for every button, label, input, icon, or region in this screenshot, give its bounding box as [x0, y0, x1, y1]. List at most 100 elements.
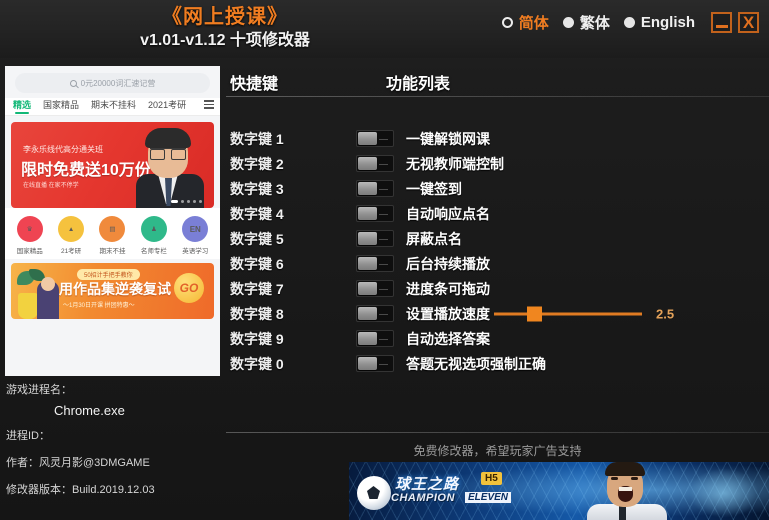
toggle-switch[interactable] — [356, 155, 394, 172]
toggle-switch[interactable] — [356, 305, 394, 322]
language-option-simplified[interactable]: 简体 — [501, 12, 549, 33]
toggle-switch[interactable] — [356, 330, 394, 347]
category-national[interactable]: ♛ 国家精品 — [11, 216, 49, 255]
slider-handle[interactable] — [527, 306, 542, 321]
toggle-switch[interactable] — [356, 355, 394, 372]
ad-banner[interactable]: 球王之路 H5 CHAMPION ELEVEN — [349, 462, 769, 520]
notebook-icon: ▤ — [99, 216, 126, 242]
function-label: 一键解锁网课 — [406, 130, 490, 147]
app-tab-featured[interactable]: 精选 — [13, 98, 31, 114]
slider-track[interactable] — [494, 306, 642, 321]
table-row: 数字键 1 一键解锁网课 — [226, 126, 769, 151]
promo-orange-illustration — [15, 269, 59, 319]
toggle-switch[interactable] — [356, 280, 394, 297]
language-label-simplified: 简体 — [518, 15, 549, 32]
table-row: 数字键 7 进度条可拖动 — [226, 276, 769, 301]
column-header-hotkey: 快捷键 — [230, 76, 279, 93]
function-label: 答题无视选项强制正确 — [406, 355, 546, 372]
window-controls: X — [711, 12, 759, 33]
app-tab-national[interactable]: 国家精品 — [43, 98, 79, 111]
cheat-table-panel: 快捷键 功能列表 数字键 1 一键解锁网课 数字键 2 无视教师端控制 数字键 … — [226, 60, 769, 520]
minimize-icon — [715, 25, 728, 28]
promo-red-line2: 限时免费送10万份 — [21, 162, 151, 179]
footer-divider — [226, 432, 769, 433]
app-screenshot-panel: 0元20000词汇速记营 精选 国家精品 期末不挂科 2021考研 李永乐线代高… — [5, 66, 220, 376]
trainer-window: 《网上授课》 v1.01-v1.12 十项修改器 简体 繁体 English X… — [0, 0, 769, 520]
radio-icon-traditional[interactable] — [562, 17, 574, 28]
app-version-subtitle: v1.01-v1.12 十项修改器 — [140, 32, 310, 49]
author-label: 作者：风灵月影@3DMGAME — [6, 457, 150, 469]
playback-speed-slider[interactable]: 2.5 — [494, 306, 744, 321]
hotkey-label: 数字键 0 — [230, 355, 284, 372]
ad-support-note: 免费修改器，希望玩家广告支持 — [413, 444, 582, 458]
search-placeholder-text: 0元20000词汇速记营 — [80, 78, 156, 88]
toggle-switch[interactable] — [356, 205, 394, 222]
app-tab-finals[interactable]: 期末不挂科 — [91, 98, 136, 111]
radio-icon-simplified[interactable] — [501, 17, 513, 28]
function-label: 无视教师端控制 — [406, 155, 504, 172]
category-english[interactable]: EN 英语学习 — [176, 216, 214, 255]
process-name-label: 游戏进程名： — [6, 384, 72, 396]
language-selector: 简体 繁体 English X — [501, 12, 759, 33]
function-label: 自动选择答案 — [406, 330, 490, 347]
app-tab-postgrad[interactable]: 2021考研 — [148, 98, 186, 111]
toggle-switch[interactable] — [356, 130, 394, 147]
function-label: 进度条可拖动 — [406, 280, 490, 297]
table-row: 数字键 3 一键签到 — [226, 176, 769, 201]
function-label: 后台持续播放 — [406, 255, 490, 272]
app-tab-bar: 精选 国家精品 期末不挂科 2021考研 — [5, 98, 220, 116]
promo-orange-main: 用作品集逆袭复试 — [59, 281, 171, 297]
language-label-english: English — [640, 14, 695, 31]
promo-banner-red[interactable]: 李永乐线代高分通关班 限时免费送10万份 在线直播 在家不停学 — [11, 122, 214, 208]
promo-red-line3: 在线直播 在家不停学 — [23, 183, 79, 189]
promo-orange-go-button[interactable]: GO — [174, 273, 204, 303]
table-row: 数字键 6 后台持续播放 — [226, 251, 769, 276]
ad-badge-h5: H5 — [481, 472, 502, 485]
ad-player-illustration — [573, 462, 681, 520]
category-postgrad[interactable]: ▲ 21考研 — [52, 216, 90, 255]
function-label: 设置播放速度 — [406, 305, 490, 322]
menu-icon[interactable] — [204, 100, 214, 109]
ad-title-en: CHAMPION — [391, 492, 455, 504]
language-option-traditional[interactable]: 繁体 — [562, 12, 610, 33]
category-label-postgrad: 21考研 — [60, 248, 82, 255]
language-label-traditional: 繁体 — [579, 15, 610, 32]
trainer-version-label: 修改器版本：Build.2019.12.03 — [6, 484, 155, 496]
table-row-with-slider: 数字键 8 设置播放速度 2.5 — [226, 301, 769, 326]
promo-orange-sub: ～1月30日开课 拼团特惠～ — [63, 303, 135, 309]
close-button[interactable]: X — [738, 12, 759, 33]
category-finals[interactable]: ▤ 期末不挂 — [93, 216, 131, 255]
toggle-switch[interactable] — [356, 255, 394, 272]
slider-value: 2.5 — [656, 306, 675, 321]
title-bar: 《网上授课》 v1.01-v1.12 十项修改器 简体 繁体 English X — [0, 0, 769, 58]
category-label-english: 英语学习 — [182, 248, 209, 255]
language-option-english[interactable]: English — [623, 14, 695, 31]
minimize-button[interactable] — [711, 12, 732, 33]
promo-red-line1: 李永乐线代高分通关班 — [23, 145, 103, 154]
hotkey-label: 数字键 1 — [230, 130, 284, 147]
radio-icon-english[interactable] — [623, 17, 635, 28]
carousel-dots[interactable] — [171, 200, 202, 203]
soccer-ball-icon — [357, 476, 391, 510]
table-row: 数字键 4 自动响应点名 — [226, 201, 769, 226]
teacher-portrait — [134, 126, 208, 208]
category-label-national: 国家精品 — [16, 248, 43, 255]
search-input[interactable]: 0元20000词汇速记营 — [15, 73, 210, 93]
english-icon: EN — [182, 216, 209, 242]
category-teachers[interactable]: ♟ 名师专栏 — [135, 216, 173, 255]
header-divider — [226, 96, 769, 97]
graduation-cap-icon: ▲ — [58, 216, 85, 242]
cheat-rows: 数字键 1 一键解锁网课 数字键 2 无视教师端控制 数字键 3 一键签到 数字… — [226, 126, 769, 376]
toggle-switch[interactable] — [356, 180, 394, 197]
function-label: 一键签到 — [406, 180, 462, 197]
hotkey-label: 数字键 5 — [230, 230, 284, 247]
hotkey-label: 数字键 8 — [230, 305, 284, 322]
function-label: 屏蔽点名 — [406, 230, 462, 247]
app-category-icons: ♛ 国家精品 ▲ 21考研 ▤ 期末不挂 ♟ 名师专栏 EN 英语学习 — [5, 208, 220, 259]
table-row: 数字键 0 答题无视选项强制正确 — [226, 351, 769, 376]
promo-banner-orange[interactable]: 50招计手把手教你 用作品集逆袭复试 ～1月30日开课 拼团特惠～ GO — [11, 263, 214, 319]
ad-glow — [689, 468, 759, 518]
toggle-switch[interactable] — [356, 230, 394, 247]
table-row: 数字键 2 无视教师端控制 — [226, 151, 769, 176]
table-row: 数字键 5 屏蔽点名 — [226, 226, 769, 251]
